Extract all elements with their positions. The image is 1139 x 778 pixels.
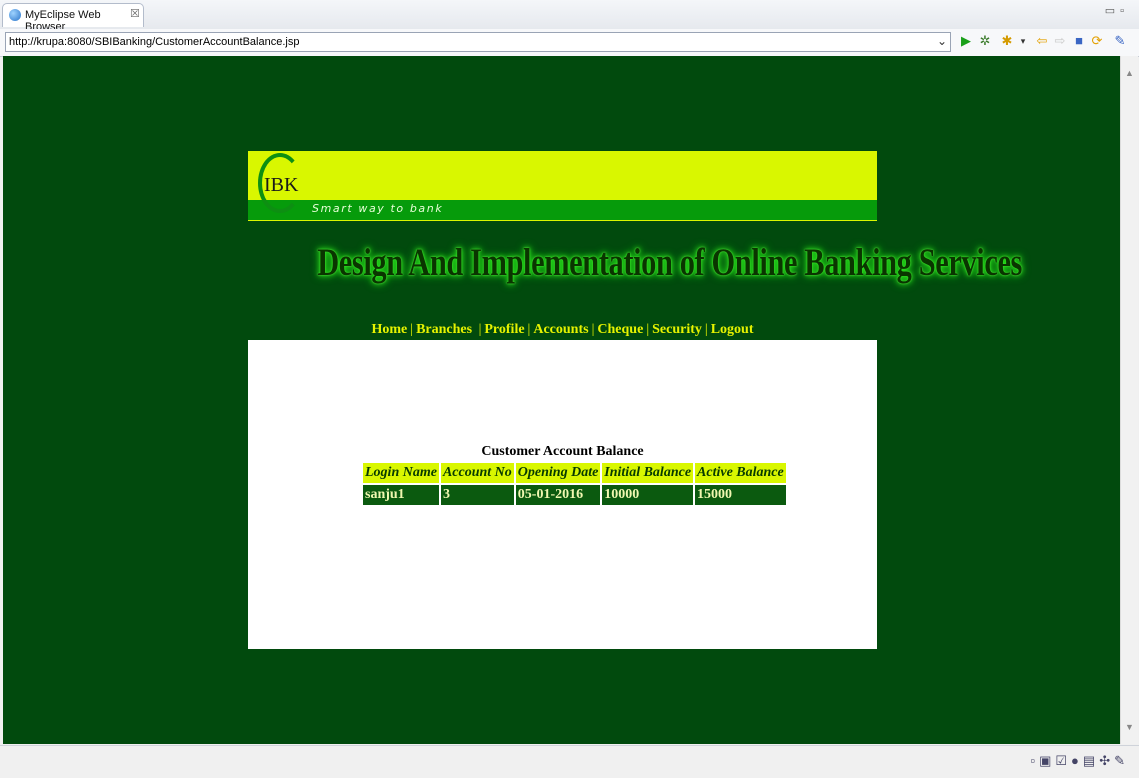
- header-account-no: Account No: [440, 463, 514, 483]
- cell-opening-date: 05-01-2016: [515, 485, 601, 505]
- banner-divider: [248, 220, 877, 221]
- url-text: http://krupa:8080/SBIBanking/CustomerAcc…: [9, 36, 300, 48]
- status-bar: ▫▣☑●▤✣✎: [0, 745, 1139, 778]
- globe-icon: [9, 9, 21, 21]
- settings-icon[interactable]: ✎: [1112, 33, 1128, 49]
- editor-tab-bar: MyEclipse Web Browser ☒ ▭▫: [0, 0, 1139, 33]
- nav-accounts[interactable]: Accounts: [533, 322, 588, 337]
- main-nav: Home | Branches | Profile | Accounts | Cheque | S…: [371, 322, 754, 337]
- cell-initial-balance: 10000: [602, 485, 694, 505]
- nav-cheque[interactable]: Cheque: [597, 322, 643, 337]
- edit-icon[interactable]: ✎: [1114, 753, 1129, 768]
- address-toolbar: http://krupa:8080/SBIBanking/CustomerAcc…: [0, 29, 1139, 57]
- balance-table: Login Name Account No Opening Date Initi…: [361, 461, 788, 507]
- refresh-icon[interactable]: ⟳: [1089, 33, 1105, 49]
- minimize-icon[interactable]: ▭: [1105, 5, 1120, 17]
- fastview-icon[interactable]: ▫: [1030, 753, 1039, 768]
- status-bar-icons: ▫▣☑●▤✣✎: [1030, 753, 1129, 769]
- vertical-scrollbar[interactable]: ▲ ▼: [1120, 56, 1138, 744]
- stop-icon[interactable]: ■: [1071, 33, 1087, 49]
- tagline: Smart way to bank: [312, 202, 444, 215]
- header-initial-balance: Initial Balance: [602, 463, 694, 483]
- table-row: sanju1 3 05-01-2016 10000 15000: [363, 485, 786, 505]
- maximize-icon[interactable]: ▫: [1120, 5, 1129, 17]
- chevron-down-icon[interactable]: ⌄: [937, 34, 947, 48]
- forward-icon[interactable]: ⇨: [1052, 33, 1068, 49]
- scroll-down-icon[interactable]: ▼: [1125, 722, 1134, 732]
- nav-logout[interactable]: Logout: [711, 322, 754, 337]
- cell-active-balance: 15000: [695, 485, 786, 505]
- browser-tab[interactable]: MyEclipse Web Browser ☒: [2, 3, 144, 33]
- plugin-icon[interactable]: ✣: [1099, 753, 1114, 768]
- site-banner: IBK Smart way to bank: [248, 151, 877, 221]
- run-icon[interactable]: ▶: [958, 33, 974, 49]
- back-icon[interactable]: ⇦: [1034, 33, 1050, 49]
- tasks-icon[interactable]: ☑: [1055, 753, 1071, 768]
- header-login-name: Login Name: [363, 463, 439, 483]
- url-field[interactable]: http://krupa:8080/SBIBanking/CustomerAcc…: [5, 32, 951, 52]
- scroll-up-icon[interactable]: ▲: [1125, 68, 1134, 78]
- window-controls[interactable]: ▭▫: [1105, 4, 1129, 17]
- close-icon[interactable]: ☒: [130, 7, 140, 20]
- tools-dropdown-icon[interactable]: ▾: [1015, 33, 1031, 49]
- table-header-row: Login Name Account No Opening Date Initi…: [363, 463, 786, 483]
- nav-home[interactable]: Home: [371, 322, 407, 337]
- logo-text: IBK: [264, 174, 299, 196]
- cell-login-name: sanju1: [363, 485, 439, 505]
- site-title: Design And Implementation of Online Bank…: [317, 241, 1023, 284]
- banner-top-strip: [248, 151, 877, 200]
- debug-icon[interactable]: ✲: [977, 33, 993, 49]
- tools-icon[interactable]: ✱: [999, 33, 1015, 49]
- header-opening-date: Opening Date: [515, 463, 601, 483]
- cell-account-no: 3: [440, 485, 514, 505]
- package-explorer-icon[interactable]: ▣: [1039, 753, 1055, 768]
- content-panel: Customer Account Balance Login Name Acco…: [248, 340, 877, 649]
- nav-branches[interactable]: Branches: [416, 322, 472, 337]
- nav-profile[interactable]: Profile: [484, 322, 524, 337]
- balance-caption: Customer Account Balance: [481, 444, 644, 459]
- server-icon[interactable]: ●: [1071, 753, 1083, 768]
- console-icon[interactable]: ▤: [1083, 753, 1099, 768]
- nav-security[interactable]: Security: [652, 322, 702, 337]
- header-active-balance: Active Balance: [695, 463, 786, 483]
